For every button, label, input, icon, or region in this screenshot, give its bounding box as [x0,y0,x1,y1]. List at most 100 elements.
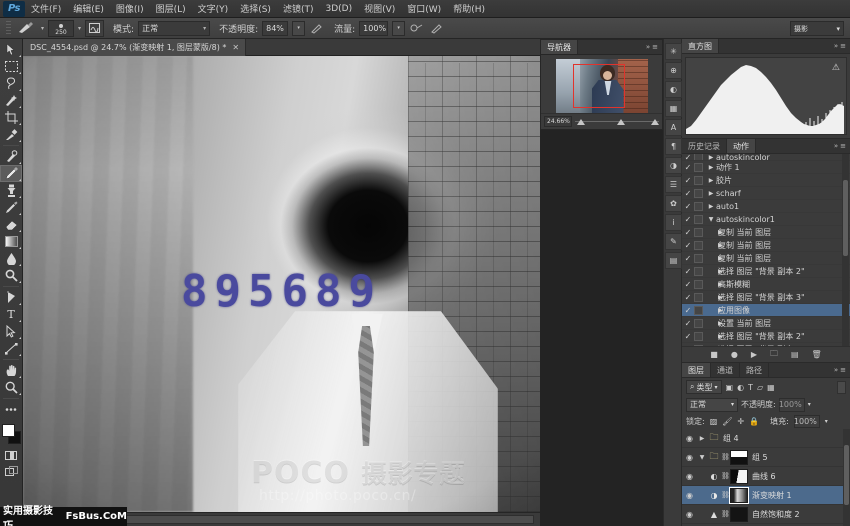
chevron-right-icon[interactable]: ▶ [706,154,716,161]
panel-menu-icon[interactable]: ≡ [652,43,658,51]
action-row[interactable]: ✓ ▶ 选择 图层 "背景 副本 2" [682,330,850,343]
action-row-selected[interactable]: ✓ ▶ 应用图像 [682,304,850,317]
navigator-slider-thumb[interactable] [617,119,625,125]
action-dialog-toggle[interactable] [694,154,703,161]
layer-row-selected[interactable]: ◉ ◑ ⛓ 渐变映射 1 [682,486,850,505]
layer-mask-thumbnail[interactable] [730,488,748,503]
action-dialog-toggle[interactable] [694,293,703,302]
layer-visibility-icon[interactable]: ◉ [682,491,697,500]
layer-mask-thumbnail[interactable] [730,450,748,465]
menu-edit[interactable]: 编辑(E) [67,0,110,17]
dock-info-icon[interactable]: i [665,214,682,231]
menu-layer[interactable]: 图层(L) [150,0,192,17]
airbrush-icon[interactable] [409,20,425,36]
action-row[interactable]: ✓ ▶ auto1 [682,200,850,213]
toggle-brush-panel-button[interactable] [85,20,104,37]
chevron-right-icon[interactable]: ▶ [706,242,718,249]
actions-panel-controls[interactable]: » ≡ [830,139,850,153]
action-toggle-icon[interactable]: ✓ [682,241,694,250]
spot-healing-brush-tool[interactable] [0,148,22,165]
action-dialog-toggle[interactable] [694,189,703,198]
layer-visibility-icon[interactable]: ◉ [682,472,697,481]
action-dialog-toggle[interactable] [694,319,703,328]
tab-actions[interactable]: 动作 [727,139,756,153]
action-row[interactable]: ✓ ▼ autoskincolor1 [682,213,850,226]
brush-pressure-icon[interactable] [429,20,445,36]
chevron-right-icon[interactable]: ▶ [706,281,718,288]
action-dialog-toggle[interactable] [694,267,703,276]
action-row[interactable]: ✓ ▶ 选择 图层 "背景 副本 2" [682,265,850,278]
layers-panel-controls[interactable]: » ≡ [830,363,850,377]
dock-swatches-icon[interactable]: ▦ [665,100,682,117]
brush-preview-icon[interactable] [15,20,37,36]
action-dialog-toggle[interactable] [694,202,703,211]
zoom-in-icon[interactable] [651,119,659,125]
hand-tool[interactable] [0,362,22,379]
action-dialog-toggle[interactable] [694,306,703,315]
layer-mask-link-icon[interactable]: ⛓ [721,472,730,480]
options-bar-grip[interactable] [6,21,11,36]
menu-3d[interactable]: 3D(D) [319,2,358,16]
chevron-right-icon[interactable]: ▶ [706,164,716,171]
chevron-right-icon[interactable]: ▶ [706,190,716,197]
chevron-right-icon[interactable]: ▶ [706,307,718,314]
dock-character-icon[interactable]: A [665,119,682,136]
actions-scrollbar[interactable] [842,154,849,346]
brush-size-caret-icon[interactable]: ▾ [78,25,81,32]
menu-filter[interactable]: 滤镜(T) [277,0,320,17]
blur-tool[interactable] [0,250,22,267]
zoom-tool[interactable] [0,379,22,396]
history-brush-tool[interactable] [0,199,22,216]
action-dialog-toggle[interactable] [694,241,703,250]
layer-row[interactable]: ◉ ▶ 🗀 组 4 [682,429,850,448]
menu-view[interactable]: 视图(V) [358,0,401,17]
canvas[interactable]: 895689 POCO 摄影专题 http://photo.poco.cn/ [23,56,540,512]
navigator-zoom-field[interactable]: 24.66% [544,116,572,127]
menu-help[interactable]: 帮助(H) [447,0,491,17]
layer-mask-link-icon[interactable]: ⛓ [721,453,730,461]
action-row[interactable]: ✓ ▶ 胶片 [682,174,850,187]
menu-window[interactable]: 窗口(W) [401,0,447,17]
eraser-tool[interactable] [0,216,22,233]
action-toggle-icon[interactable]: ✓ [682,319,694,328]
layer-visibility-icon[interactable]: ◉ [682,510,697,519]
menu-type[interactable]: 文字(Y) [192,0,235,17]
action-row[interactable]: ✓ ▶ 选择 图层 "背景 副本 2" [682,343,850,346]
filter-pixel-icon[interactable]: ▣ [726,383,734,392]
action-dialog-toggle[interactable] [694,176,703,185]
type-tool[interactable]: T [0,306,22,323]
brush-size-field[interactable]: 250 [48,20,74,37]
screen-mode-button[interactable] [0,463,22,479]
layer-mask-link-icon[interactable]: ⛓ [721,510,730,518]
dock-properties-icon[interactable]: ☰ [665,176,682,193]
panel-menu-icon[interactable]: ≡ [840,366,846,374]
chevron-right-icon[interactable]: ▶ [706,320,718,327]
eyedropper-tool[interactable] [0,126,22,143]
chevron-right-icon[interactable]: ▶ [706,294,718,301]
chevron-right-icon[interactable]: ▶ [706,255,718,262]
action-row[interactable]: ✓ ▶ 选择 图层 "背景 副本 3" [682,291,850,304]
navigator-zoom-slider[interactable] [575,116,659,127]
menu-image[interactable]: 图像(I) [110,0,150,17]
flow-field[interactable]: 100% [359,21,388,36]
navigator-panel-controls[interactable]: » ≡ [642,40,662,54]
adjustment-layer-icon[interactable]: ◑ [707,491,721,500]
pen-tool[interactable] [0,289,22,306]
new-action-icon[interactable]: ▤ [791,350,799,359]
foreground-color-swatch[interactable] [2,424,15,437]
lock-all-icon[interactable]: 🔒 [749,417,759,426]
adjustment-layer-icon[interactable]: ▲ [707,510,721,519]
layer-mask-thumbnail[interactable] [730,469,748,484]
chevron-right-icon[interactable]: ▶ [706,333,718,340]
adjustment-layer-icon[interactable]: ◐ [707,472,721,481]
action-toggle-icon[interactable]: ✓ [682,176,694,185]
opacity-stepper[interactable]: ▾ [292,21,305,36]
dock-paths-icon[interactable]: ✎ [665,233,682,250]
gradient-tool[interactable] [0,233,22,250]
brush-preset-caret-icon[interactable]: ▾ [41,25,44,32]
chevron-right-icon[interactable]: ▶ [706,203,716,210]
opacity-pressure-icon[interactable] [309,20,325,36]
delete-icon[interactable]: 🗑 [812,350,822,359]
lock-image-icon[interactable]: 🖌 [722,417,732,426]
action-toggle-icon[interactable]: ✓ [682,280,694,289]
